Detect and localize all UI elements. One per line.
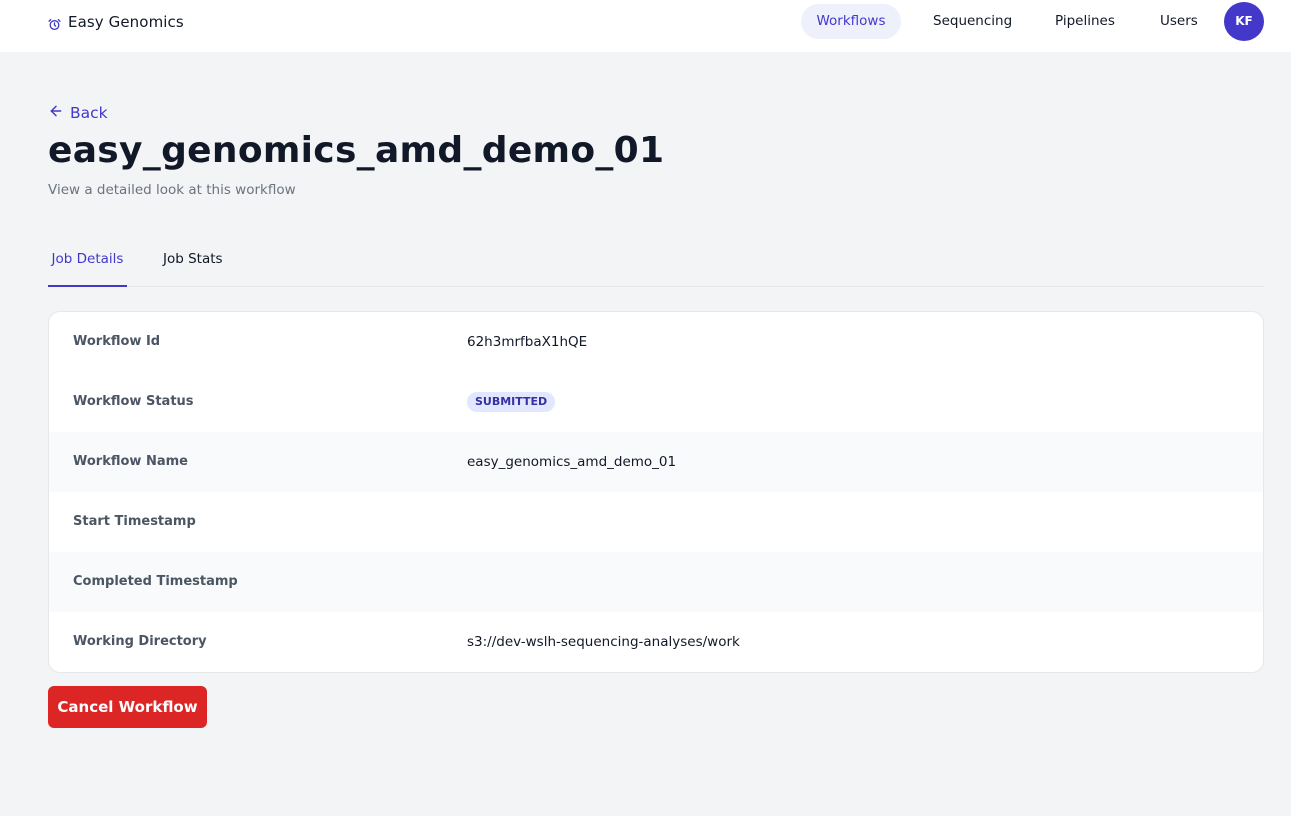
working-directory-value: s3://dev-wslh-sequencing-analyses/work	[467, 634, 740, 650]
detail-label: Workflow Id	[73, 334, 161, 349]
detail-label: Workflow Status	[73, 394, 194, 409]
cancel-workflow-button[interactable]: Cancel Workflow	[48, 686, 207, 728]
brand-name: Easy Genomics	[68, 13, 184, 31]
status-badge: SUBMITTED	[467, 392, 556, 412]
user-avatar[interactable]: KF	[1224, 2, 1264, 41]
detail-row-workflow-status: Workflow Status SUBMITTED	[49, 372, 1263, 432]
top-navbar: Easy Genomics Workflows Sequencing Pipel…	[0, 0, 1291, 52]
alarm-clock-icon	[48, 16, 61, 30]
nav-workflows[interactable]: Workflows	[801, 4, 901, 39]
detail-row-start-timestamp: Start Timestamp	[49, 492, 1263, 552]
page-title: easy_genomics_amd_demo_01	[48, 130, 665, 171]
detail-label: Working Directory	[73, 634, 207, 649]
back-link[interactable]: Back	[48, 102, 108, 124]
detail-row-workflow-id: Workflow Id 62h3mrfbaX1hQE	[49, 312, 1263, 372]
brand-logo[interactable]: Easy Genomics	[48, 12, 184, 32]
detail-label: Workflow Name	[73, 454, 188, 469]
tab-job-stats[interactable]: Job Stats	[163, 240, 223, 287]
workflow-name-value: easy_genomics_amd_demo_01	[467, 454, 677, 470]
page-subtitle: View a detailed look at this workflow	[48, 182, 296, 198]
back-label: Back	[70, 104, 108, 122]
workflow-status-value: SUBMITTED	[467, 372, 556, 432]
detail-label: Completed Timestamp	[73, 574, 238, 589]
nav-sequencing[interactable]: Sequencing	[917, 4, 1028, 39]
tab-bar: Job Details Job Stats	[48, 240, 1264, 287]
workflow-id-value: 62h3mrfbaX1hQE	[467, 334, 588, 350]
nav-pipelines[interactable]: Pipelines	[1039, 4, 1131, 39]
workflow-details-card: Workflow Id 62h3mrfbaX1hQE Workflow Stat…	[48, 311, 1264, 673]
detail-row-completed-timestamp: Completed Timestamp	[49, 552, 1263, 612]
arrow-left-icon	[48, 103, 70, 123]
tab-job-details[interactable]: Job Details	[48, 240, 127, 287]
detail-row-working-directory: Working Directory s3://dev-wslh-sequenci…	[49, 612, 1263, 672]
detail-label: Start Timestamp	[73, 514, 196, 529]
nav-users[interactable]: Users	[1144, 4, 1214, 39]
detail-row-workflow-name: Workflow Name easy_genomics_amd_demo_01	[49, 432, 1263, 492]
